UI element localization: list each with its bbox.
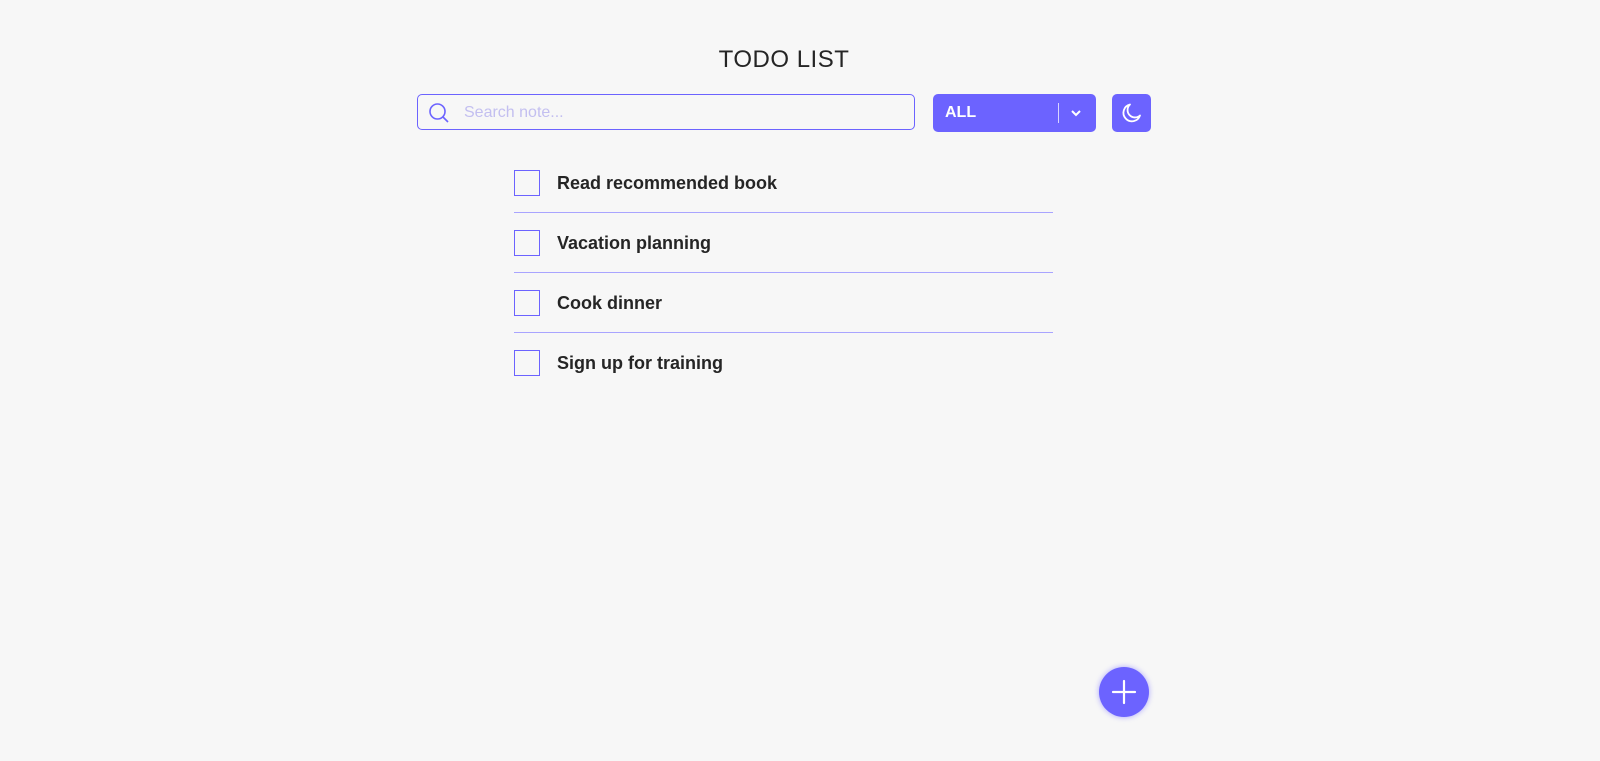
search-box	[417, 94, 915, 131]
search-input[interactable]	[462, 95, 906, 131]
todo-checkbox[interactable]	[514, 230, 540, 256]
todo-checkbox[interactable]	[514, 290, 540, 316]
todo-label: Read recommended book	[557, 173, 778, 193]
filter-divider	[1058, 103, 1059, 123]
theme-toggle-button[interactable]	[1112, 94, 1151, 132]
filter-select[interactable]: ALL	[933, 94, 1096, 132]
todo-item: Read recommended book	[514, 153, 1053, 213]
todo-label: Vacation planning	[557, 233, 712, 253]
page-title: TODO LIST	[718, 46, 850, 73]
plus-icon	[1111, 679, 1137, 705]
todo-checkbox[interactable]	[514, 170, 540, 196]
todo-item: Vacation planning	[514, 213, 1053, 273]
chevron-down-icon	[1071, 110, 1081, 117]
add-todo-button[interactable]	[1099, 667, 1149, 717]
todo-checkbox[interactable]	[514, 350, 540, 376]
filter-selected-value: ALL	[945, 104, 977, 121]
moon-icon	[1122, 103, 1141, 123]
todo-label: Cook dinner	[557, 293, 663, 313]
todo-label: Sign up for training	[557, 353, 723, 373]
todo-list: Read recommended book Vacation planning …	[514, 153, 1053, 392]
todo-item: Sign up for training	[514, 333, 1053, 392]
todo-item: Cook dinner	[514, 273, 1053, 333]
search-icon	[429, 103, 449, 123]
